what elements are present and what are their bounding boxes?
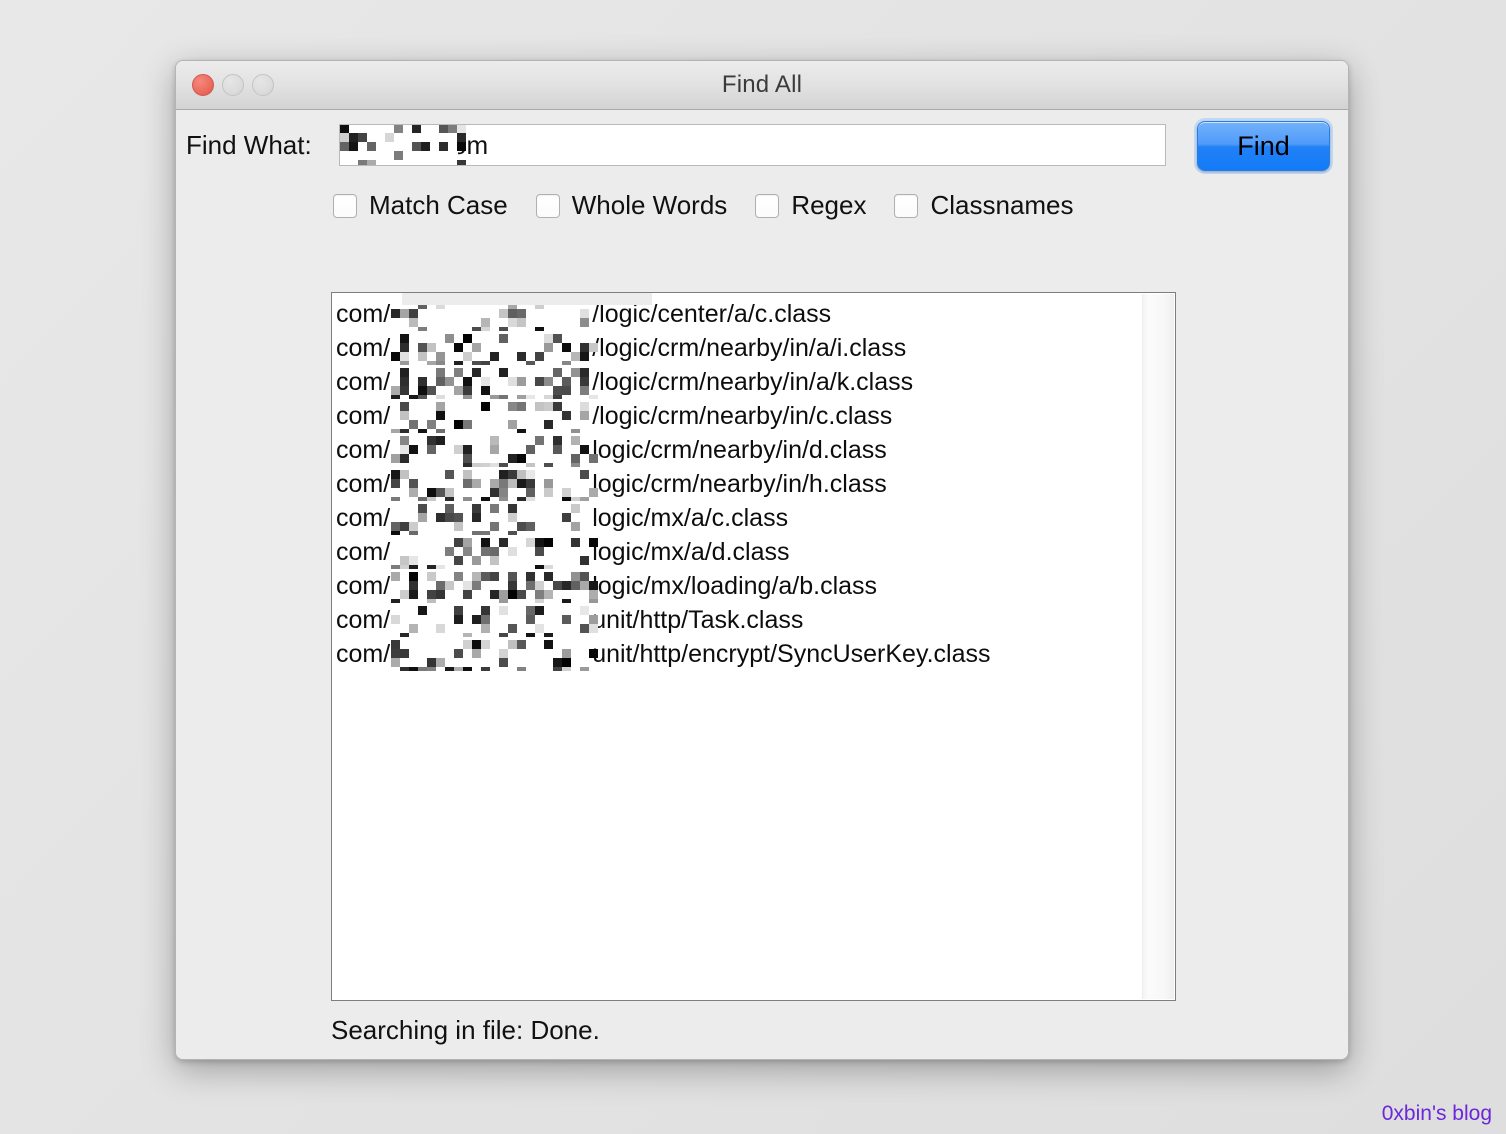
option-classnames[interactable]: Classnames <box>894 190 1074 221</box>
result-row[interactable]: com/logic/mx/loading/a/b.class <box>336 569 1141 603</box>
search-options-row: Match Case Whole Words Regex Classnames <box>333 190 1102 221</box>
result-row-prefix: com/ <box>336 367 391 396</box>
minimize-window-button[interactable] <box>222 74 244 96</box>
search-input[interactable]: om <box>339 124 1166 166</box>
result-row[interactable]: com/ /logic/crm/nearby/in/a/i.class <box>336 331 1141 365</box>
result-row-suffix: logic/mx/a/c.class <box>592 503 789 532</box>
option-label-classnames: Classnames <box>930 190 1074 220</box>
list-top-redaction-band <box>402 293 652 305</box>
result-row-redaction <box>391 504 591 535</box>
result-row-suffix: unit/http/Task.class <box>592 605 804 634</box>
result-row[interactable]: com/logic/crm/nearby/in/h.class <box>336 467 1141 501</box>
result-row-prefix: com/ <box>336 537 391 566</box>
option-label-whole-words: Whole Words <box>571 190 728 220</box>
result-row-prefix: com/ <box>336 333 391 362</box>
result-row-redaction <box>391 538 599 569</box>
result-row-prefix: com/ <box>336 299 391 328</box>
checkbox-regex[interactable] <box>755 193 780 218</box>
result-row-prefix: com/ <box>336 503 391 532</box>
result-row-suffix: logic/mx/a/d.class <box>592 537 790 566</box>
result-row-redaction <box>391 640 599 671</box>
result-row[interactable]: com/logic/mx/a/d.class <box>336 535 1141 569</box>
checkbox-match-case[interactable] <box>333 193 357 218</box>
find-row: Find What: om Find <box>176 121 1348 171</box>
results-panel[interactable]: com//logic/center/a/c.class com//logic/cr… <box>331 292 1176 1001</box>
close-window-button[interactable] <box>192 74 214 96</box>
maximize-window-button[interactable] <box>252 74 274 96</box>
result-row-prefix: com/ <box>336 401 391 430</box>
window-title: Find All <box>721 71 803 98</box>
option-match-case[interactable]: Match Case <box>333 190 508 221</box>
result-row-prefix: com/ <box>336 571 391 600</box>
results-list[interactable]: com//logic/center/a/c.class com//logic/cr… <box>332 293 1141 671</box>
checkbox-classnames[interactable] <box>894 193 919 218</box>
result-row-redaction <box>391 436 599 467</box>
find-what-label: Find What: <box>186 130 312 160</box>
traffic-lights <box>192 61 274 109</box>
status-text: Searching in file: Done. <box>331 1015 600 1045</box>
result-row-redaction <box>391 402 591 433</box>
result-row-redaction <box>391 470 599 501</box>
window-titlebar: Find All <box>176 61 1348 110</box>
option-label-match-case: Match Case <box>369 190 508 220</box>
result-row[interactable]: com/ /logic/crm/nearby/in/c.class <box>336 399 1141 433</box>
result-row[interactable]: com/ /logic/crm/nearby/in/a/k.class <box>336 365 1141 399</box>
result-row-suffix: /logic/crm/nearby/in/a/k.class <box>592 367 914 396</box>
results-scrollbar[interactable] <box>1142 294 1174 999</box>
result-row-redaction <box>391 606 599 637</box>
checkbox-whole-words[interactable] <box>535 193 560 218</box>
result-row-prefix: com/ <box>336 435 391 464</box>
result-row-redaction <box>391 334 599 365</box>
dialog-body: Find What: om Find Match Case Whole Word… <box>176 110 1348 1059</box>
result-row[interactable]: com/unit/http/Task.class <box>336 603 1141 637</box>
result-row-redaction <box>391 572 599 603</box>
result-row[interactable]: com/logic/crm/nearby/in/d.class <box>336 433 1141 467</box>
find-button[interactable]: Find <box>1197 121 1330 171</box>
result-row[interactable]: com/unit/http/encrypt/SyncUserKey.class <box>336 637 1141 671</box>
option-label-regex: Regex <box>791 190 867 220</box>
result-row-prefix: com/ <box>336 639 391 668</box>
result-row-prefix: com/ <box>336 469 391 498</box>
option-regex[interactable]: Regex <box>755 190 866 221</box>
search-input-redaction <box>340 125 466 165</box>
result-row-suffix: /logic/crm/nearby/in/a/i.class <box>592 333 907 362</box>
result-row-suffix: logic/crm/nearby/in/d.class <box>592 435 887 464</box>
result-row-suffix: logic/crm/nearby/in/h.class <box>592 469 887 498</box>
result-row-suffix: logic/mx/loading/a/b.class <box>592 571 878 600</box>
blog-watermark: 0xbin's blog <box>1381 1102 1492 1125</box>
result-row-suffix: unit/http/encrypt/SyncUserKey.class <box>592 639 991 668</box>
find-all-window: Find All Find What: om Find Match Case W… <box>175 60 1349 1060</box>
result-row-suffix: /logic/crm/nearby/in/c.class <box>592 401 893 430</box>
option-whole-words[interactable]: Whole Words <box>535 190 728 221</box>
result-row[interactable]: com/logic/mx/a/c.class <box>336 501 1141 535</box>
result-row-redaction <box>391 368 599 399</box>
result-row-prefix: com/ <box>336 605 391 634</box>
